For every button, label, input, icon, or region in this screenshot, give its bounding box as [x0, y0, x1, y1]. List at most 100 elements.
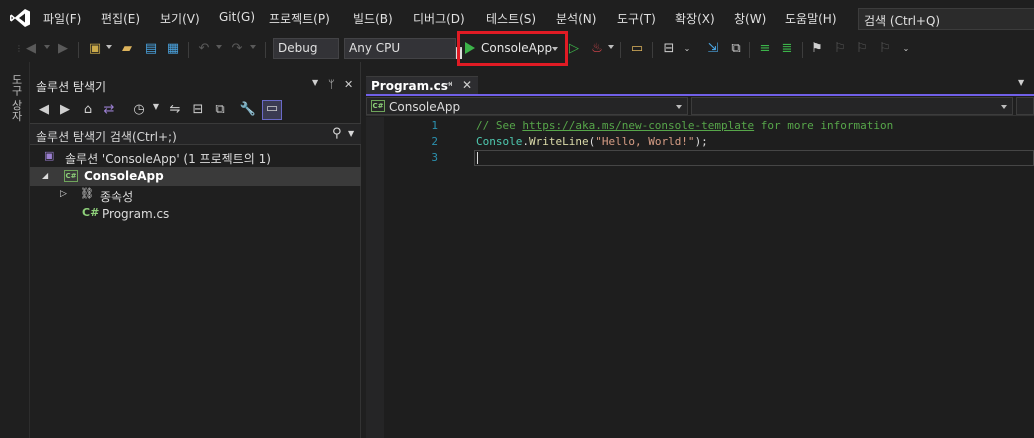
window-position-icon[interactable]: ▼	[312, 78, 318, 87]
clear-bookmarks-icon[interactable]: ⚐	[876, 40, 894, 58]
left-tool-strip: 도구 상자	[0, 62, 30, 438]
navigate-back-icon[interactable]: ◀	[22, 40, 40, 58]
pin-icon[interactable]: ᛘ	[328, 78, 335, 91]
collapsed-arrow-icon[interactable]: ▷	[60, 189, 67, 199]
tree-item-program-cs[interactable]: C# Program.cs	[30, 205, 361, 224]
comment-text: // See	[476, 119, 523, 132]
back-dropdown-icon[interactable]	[44, 45, 50, 49]
menu-build[interactable]: 빌드(B)	[353, 10, 393, 27]
separator	[802, 42, 803, 58]
chevron-down-icon[interactable]	[552, 47, 558, 51]
forward-icon[interactable]: ▶	[56, 102, 74, 117]
run-target-label: ConsoleApp	[481, 41, 553, 55]
type-dropdown[interactable]	[691, 97, 1013, 115]
menu-window[interactable]: 창(W)	[734, 10, 766, 27]
new-dropdown-icon[interactable]	[106, 45, 112, 49]
redo-dropdown-icon[interactable]	[250, 45, 256, 49]
tree-item-label: 솔루션 'ConsoleApp' (1 프로젝트의 1)	[65, 152, 271, 166]
tree-item-label: ConsoleApp	[84, 169, 164, 183]
back-icon[interactable]: ◀	[35, 102, 53, 117]
menu-test[interactable]: 테스트(S)	[486, 10, 536, 27]
tree-item-dependencies[interactable]: ▷ ⛓ 종속성	[30, 186, 361, 205]
undo-dropdown-icon[interactable]	[216, 45, 222, 49]
comment-link[interactable]: https://aka.ms/new-console-template	[522, 119, 754, 132]
navigate-forward-icon[interactable]: ▶	[54, 40, 72, 58]
class-view-icon[interactable]: ⧉	[727, 40, 745, 58]
menu-extensions[interactable]: 확장(X)	[675, 10, 715, 27]
chevron-down-icon	[676, 105, 682, 109]
menu-debug[interactable]: 디버그(D)	[413, 10, 465, 27]
step-into-icon[interactable]: ⇲	[704, 40, 722, 58]
save-icon[interactable]: ▤	[142, 40, 160, 58]
run-debug-button[interactable]: ConsoleApp	[461, 36, 564, 61]
tree-item-project[interactable]: ◢ C# ConsoleApp	[30, 167, 361, 186]
search-options-icon[interactable]: ▼	[348, 129, 354, 138]
visual-studio-logo-icon[interactable]	[9, 8, 31, 28]
menu-file[interactable]: 파일(F)	[43, 10, 81, 27]
uncomment-icon[interactable]: ≣	[778, 40, 796, 58]
next-bookmark-icon[interactable]: ⚐	[853, 40, 871, 58]
code-editor[interactable]: 1 2 3 // See https://aka.ms/new-console-…	[366, 117, 1034, 438]
project-value: ConsoleApp	[389, 100, 461, 114]
preview-selected-items-icon[interactable]: ▭	[262, 100, 282, 120]
search-box[interactable]: 검색 (Ctrl+Q)	[858, 8, 1034, 30]
menu-project[interactable]: 프로젝트(P)	[269, 10, 330, 27]
folder-view-icon[interactable]: ▭	[628, 40, 646, 58]
member-dropdown[interactable]	[1016, 97, 1034, 115]
solution-platform-select[interactable]: Any CPU	[344, 38, 462, 59]
redo-icon[interactable]: ↷	[228, 40, 246, 58]
menu-view[interactable]: 보기(V)	[160, 10, 200, 27]
show-all-files-icon[interactable]: ⧉	[211, 102, 229, 117]
menu-analyze[interactable]: 분석(N)	[556, 10, 596, 27]
indicator-margin	[366, 117, 384, 438]
menu-help[interactable]: 도움말(H)	[785, 10, 837, 27]
undo-icon[interactable]: ↶	[195, 40, 213, 58]
collapse-all-icon[interactable]: ⊟	[189, 102, 207, 117]
open-folder-icon[interactable]: ▰	[118, 40, 136, 58]
solution-configuration-select[interactable]: Debug	[273, 38, 391, 59]
toolbar-options-icon[interactable]: ⌄	[897, 40, 915, 58]
menu-tools[interactable]: 도구(T)	[617, 10, 656, 27]
home-icon[interactable]: ⌂	[79, 102, 97, 117]
csharp-project-icon: C#	[371, 100, 385, 112]
close-icon[interactable]: ✕	[344, 78, 353, 91]
previous-bookmark-icon[interactable]: ⚐	[831, 40, 849, 58]
search-icon[interactable]: ⚲	[332, 126, 342, 141]
expanded-arrow-icon[interactable]: ◢	[42, 171, 48, 180]
tree-item-solution[interactable]: ▣ 솔루션 'ConsoleApp' (1 프로젝트의 1)	[30, 148, 361, 167]
hot-reload-icon[interactable]: ♨	[588, 40, 606, 58]
save-all-icon[interactable]: ▦	[164, 40, 182, 58]
code-line-2: Console.WriteLine("Hello, World!");	[476, 135, 708, 148]
line-number: 1	[431, 119, 438, 132]
switch-views-icon[interactable]: ⇄	[100, 102, 118, 117]
close-icon[interactable]: ✕	[462, 78, 472, 92]
tab-label: Program.cs	[371, 79, 448, 93]
separator	[652, 42, 653, 58]
solution-explorer-panel: 솔루션 탐색기 ▼ ᛘ ✕ ◀ ▶ ⌂ ⇄ ◷ ▼ ⇋ ⊟ ⧉ 🔧 ▭ 솔루션 …	[30, 62, 361, 438]
comment-out-icon[interactable]: ≡	[756, 40, 774, 58]
layout-dropdown-icon[interactable]: ⌄	[678, 40, 696, 58]
pin-icon[interactable]: ⇥	[444, 79, 452, 90]
comment-text: for more information	[754, 119, 894, 132]
layout-icon[interactable]: ⊟	[660, 40, 678, 58]
tree-item-label: Program.cs	[102, 207, 170, 221]
menu-git[interactable]: Git(G)	[219, 10, 255, 24]
project-dropdown[interactable]: C# ConsoleApp	[366, 97, 688, 115]
menu-edit[interactable]: 편집(E)	[101, 10, 140, 27]
type-token: Console	[476, 135, 523, 148]
filter-dropdown-icon[interactable]: ▼	[147, 102, 165, 111]
tab-program-cs[interactable]: Program.cs ⇥ ✕	[366, 76, 478, 94]
pending-changes-filter-icon[interactable]: ◷	[130, 102, 148, 117]
separator	[620, 42, 621, 58]
tab-overflow-icon[interactable]: ▼	[1018, 78, 1024, 87]
text-caret	[477, 152, 478, 164]
toolbox-tab[interactable]: 도구 상자	[8, 74, 24, 122]
line-number: 3	[431, 151, 438, 164]
csharp-project-icon: C#	[64, 170, 78, 182]
sync-with-document-icon[interactable]: ⇋	[166, 102, 184, 117]
new-project-icon[interactable]: ▣	[86, 40, 104, 58]
bookmark-icon[interactable]: ⚑	[808, 40, 826, 58]
hot-reload-dropdown-icon[interactable]	[608, 45, 614, 49]
properties-icon[interactable]: 🔧	[239, 102, 257, 117]
solution-search-field[interactable]: 솔루션 탐색기 검색(Ctrl+;) ⚲ ▼	[30, 123, 361, 145]
